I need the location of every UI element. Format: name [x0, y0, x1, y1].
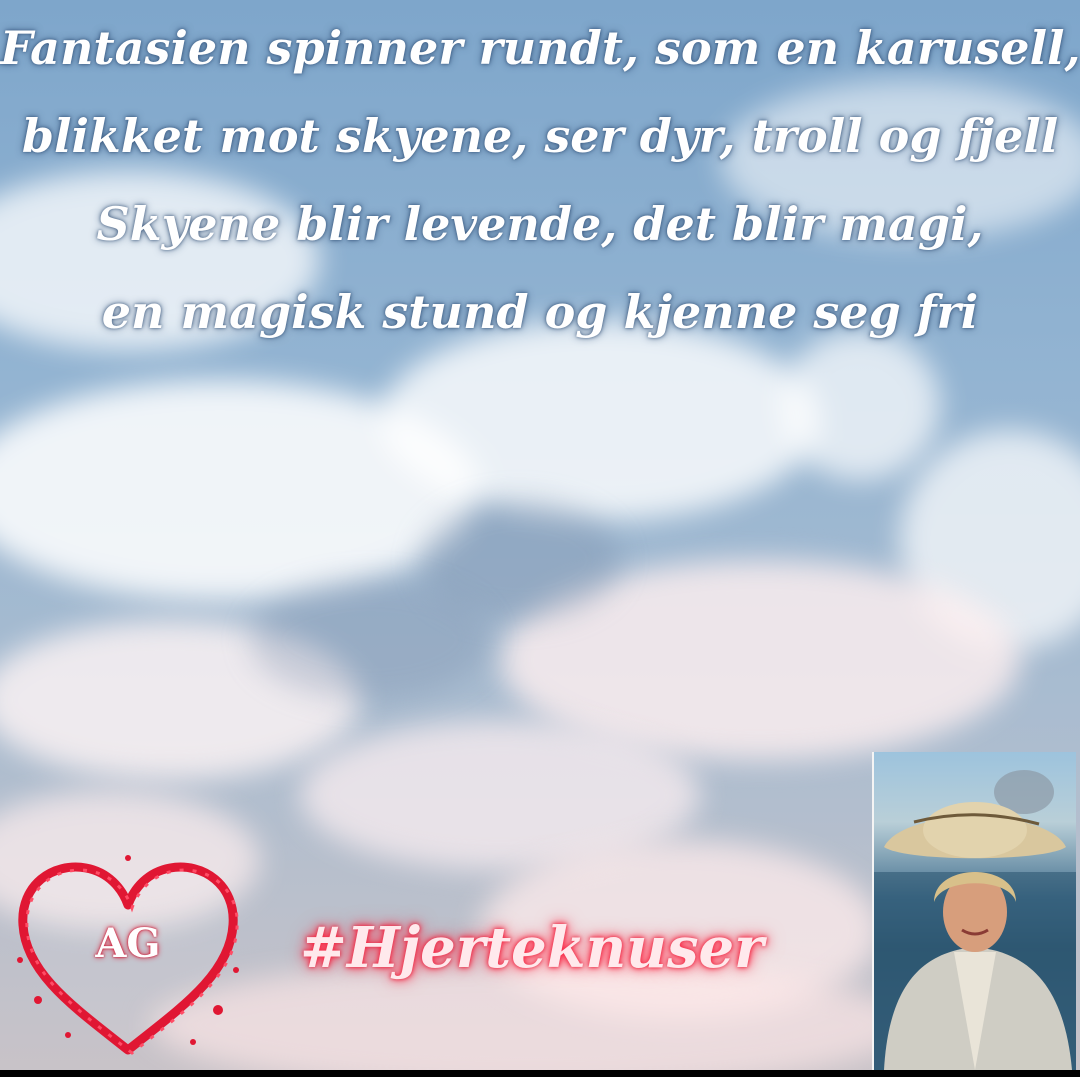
logo-initials: AG: [95, 920, 161, 967]
poem-line: en magisk stund og kjenne seg fri: [101, 285, 979, 339]
bottom-bar: [0, 1070, 1080, 1077]
poem-card: Fantasien spinner rundt, som en karusell…: [0, 0, 1080, 1077]
poem-text: Fantasien spinner rundt, som en karusell…: [0, 0, 1080, 356]
poem-line: Skyene blir levende, det blir magi,: [96, 197, 984, 251]
heart-logo: AG: [8, 850, 248, 1065]
poem-line: Fantasien spinner rundt, som en karusell…: [0, 21, 1080, 75]
author-portrait: [872, 752, 1076, 1070]
hashtag-text: #Hjerteknuser: [300, 915, 764, 981]
poem-line: blikket mot skyene, ser dyr, troll og fj…: [21, 109, 1059, 163]
portrait-photo: [874, 770, 1076, 1070]
